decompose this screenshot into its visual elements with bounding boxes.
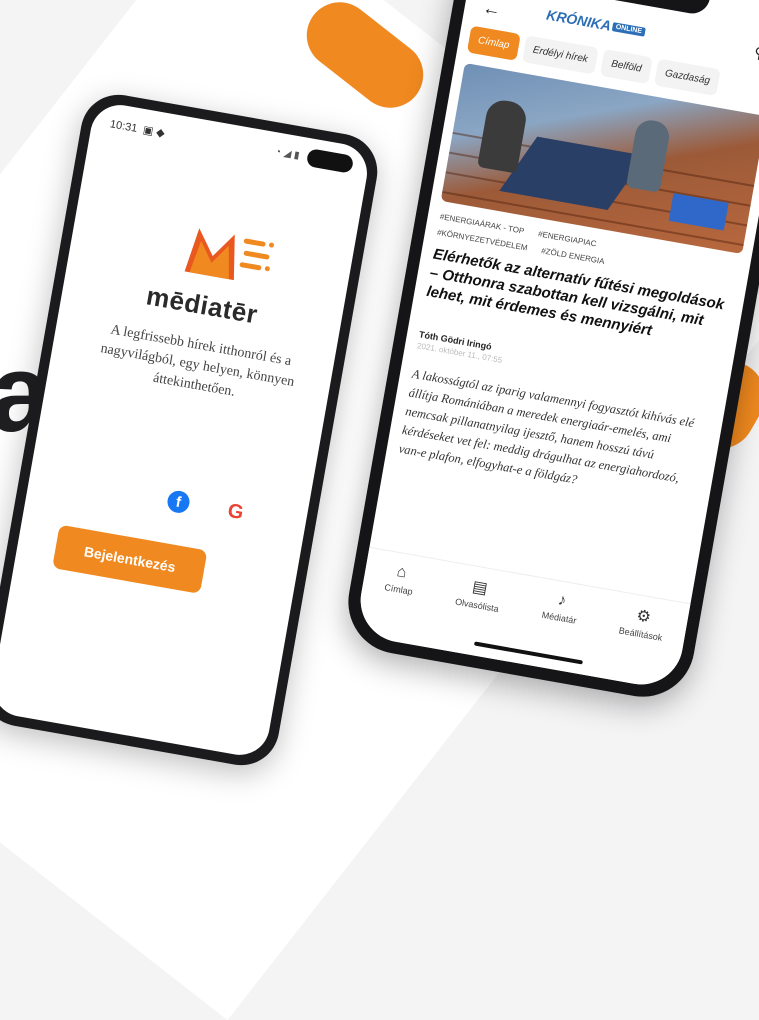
android-status-bar: 10:31 ▣ ◆ <box>109 117 166 140</box>
nav-label: Címlap <box>383 582 414 597</box>
document-icon: ▤ <box>470 578 489 598</box>
google-icon[interactable]: G <box>223 499 248 524</box>
nav-label: Beállítások <box>618 625 664 643</box>
music-note-icon: ♪ <box>556 591 568 610</box>
tab-cimlap[interactable]: Címlap <box>466 25 521 61</box>
nav-label: Olvasólista <box>454 596 500 615</box>
nav-item-beallitasok[interactable]: ⚙ Beállítások <box>610 603 667 687</box>
camera-cutout <box>305 148 355 174</box>
mediater-logo-icon <box>184 228 275 281</box>
nav-label: Médiatár <box>540 609 578 626</box>
brand-name: KRÓNIKA <box>545 6 613 34</box>
article-lead: A lakosságtól az iparig valamennyi fogya… <box>397 366 696 487</box>
search-icon[interactable]: ⚲ <box>753 43 759 63</box>
facebook-icon[interactable]: f <box>165 489 192 515</box>
tab-erdelyi-hirek[interactable]: Erdélyi hírek <box>521 35 599 75</box>
gear-icon: ⚙ <box>635 607 653 627</box>
brand-badge: ONLINE <box>612 21 646 37</box>
tag-link[interactable]: #ZÖLD ENERGIA <box>541 246 606 266</box>
brand-logo: KRÓNIKA ONLINE <box>545 7 646 40</box>
nav-item-cimlap[interactable]: ⌂ Címlap <box>376 561 418 643</box>
worker-figure <box>625 117 672 193</box>
solar-panel <box>499 136 646 210</box>
tag-link[interactable]: #ENERGIAPIAC <box>537 229 597 248</box>
login-button[interactable]: Bejelentkezés <box>52 524 208 594</box>
status-time: 10:31 <box>109 117 139 135</box>
status-signal-icons: ◔ ◢ ▮ <box>274 146 301 162</box>
tab-belfold[interactable]: Belföld <box>600 49 653 85</box>
back-arrow-icon[interactable]: ← <box>481 0 502 21</box>
home-icon: ⌂ <box>395 563 408 582</box>
tab-gazdasag[interactable]: Gazdaság <box>653 58 722 97</box>
status-icons: ▣ ◆ <box>142 124 166 140</box>
